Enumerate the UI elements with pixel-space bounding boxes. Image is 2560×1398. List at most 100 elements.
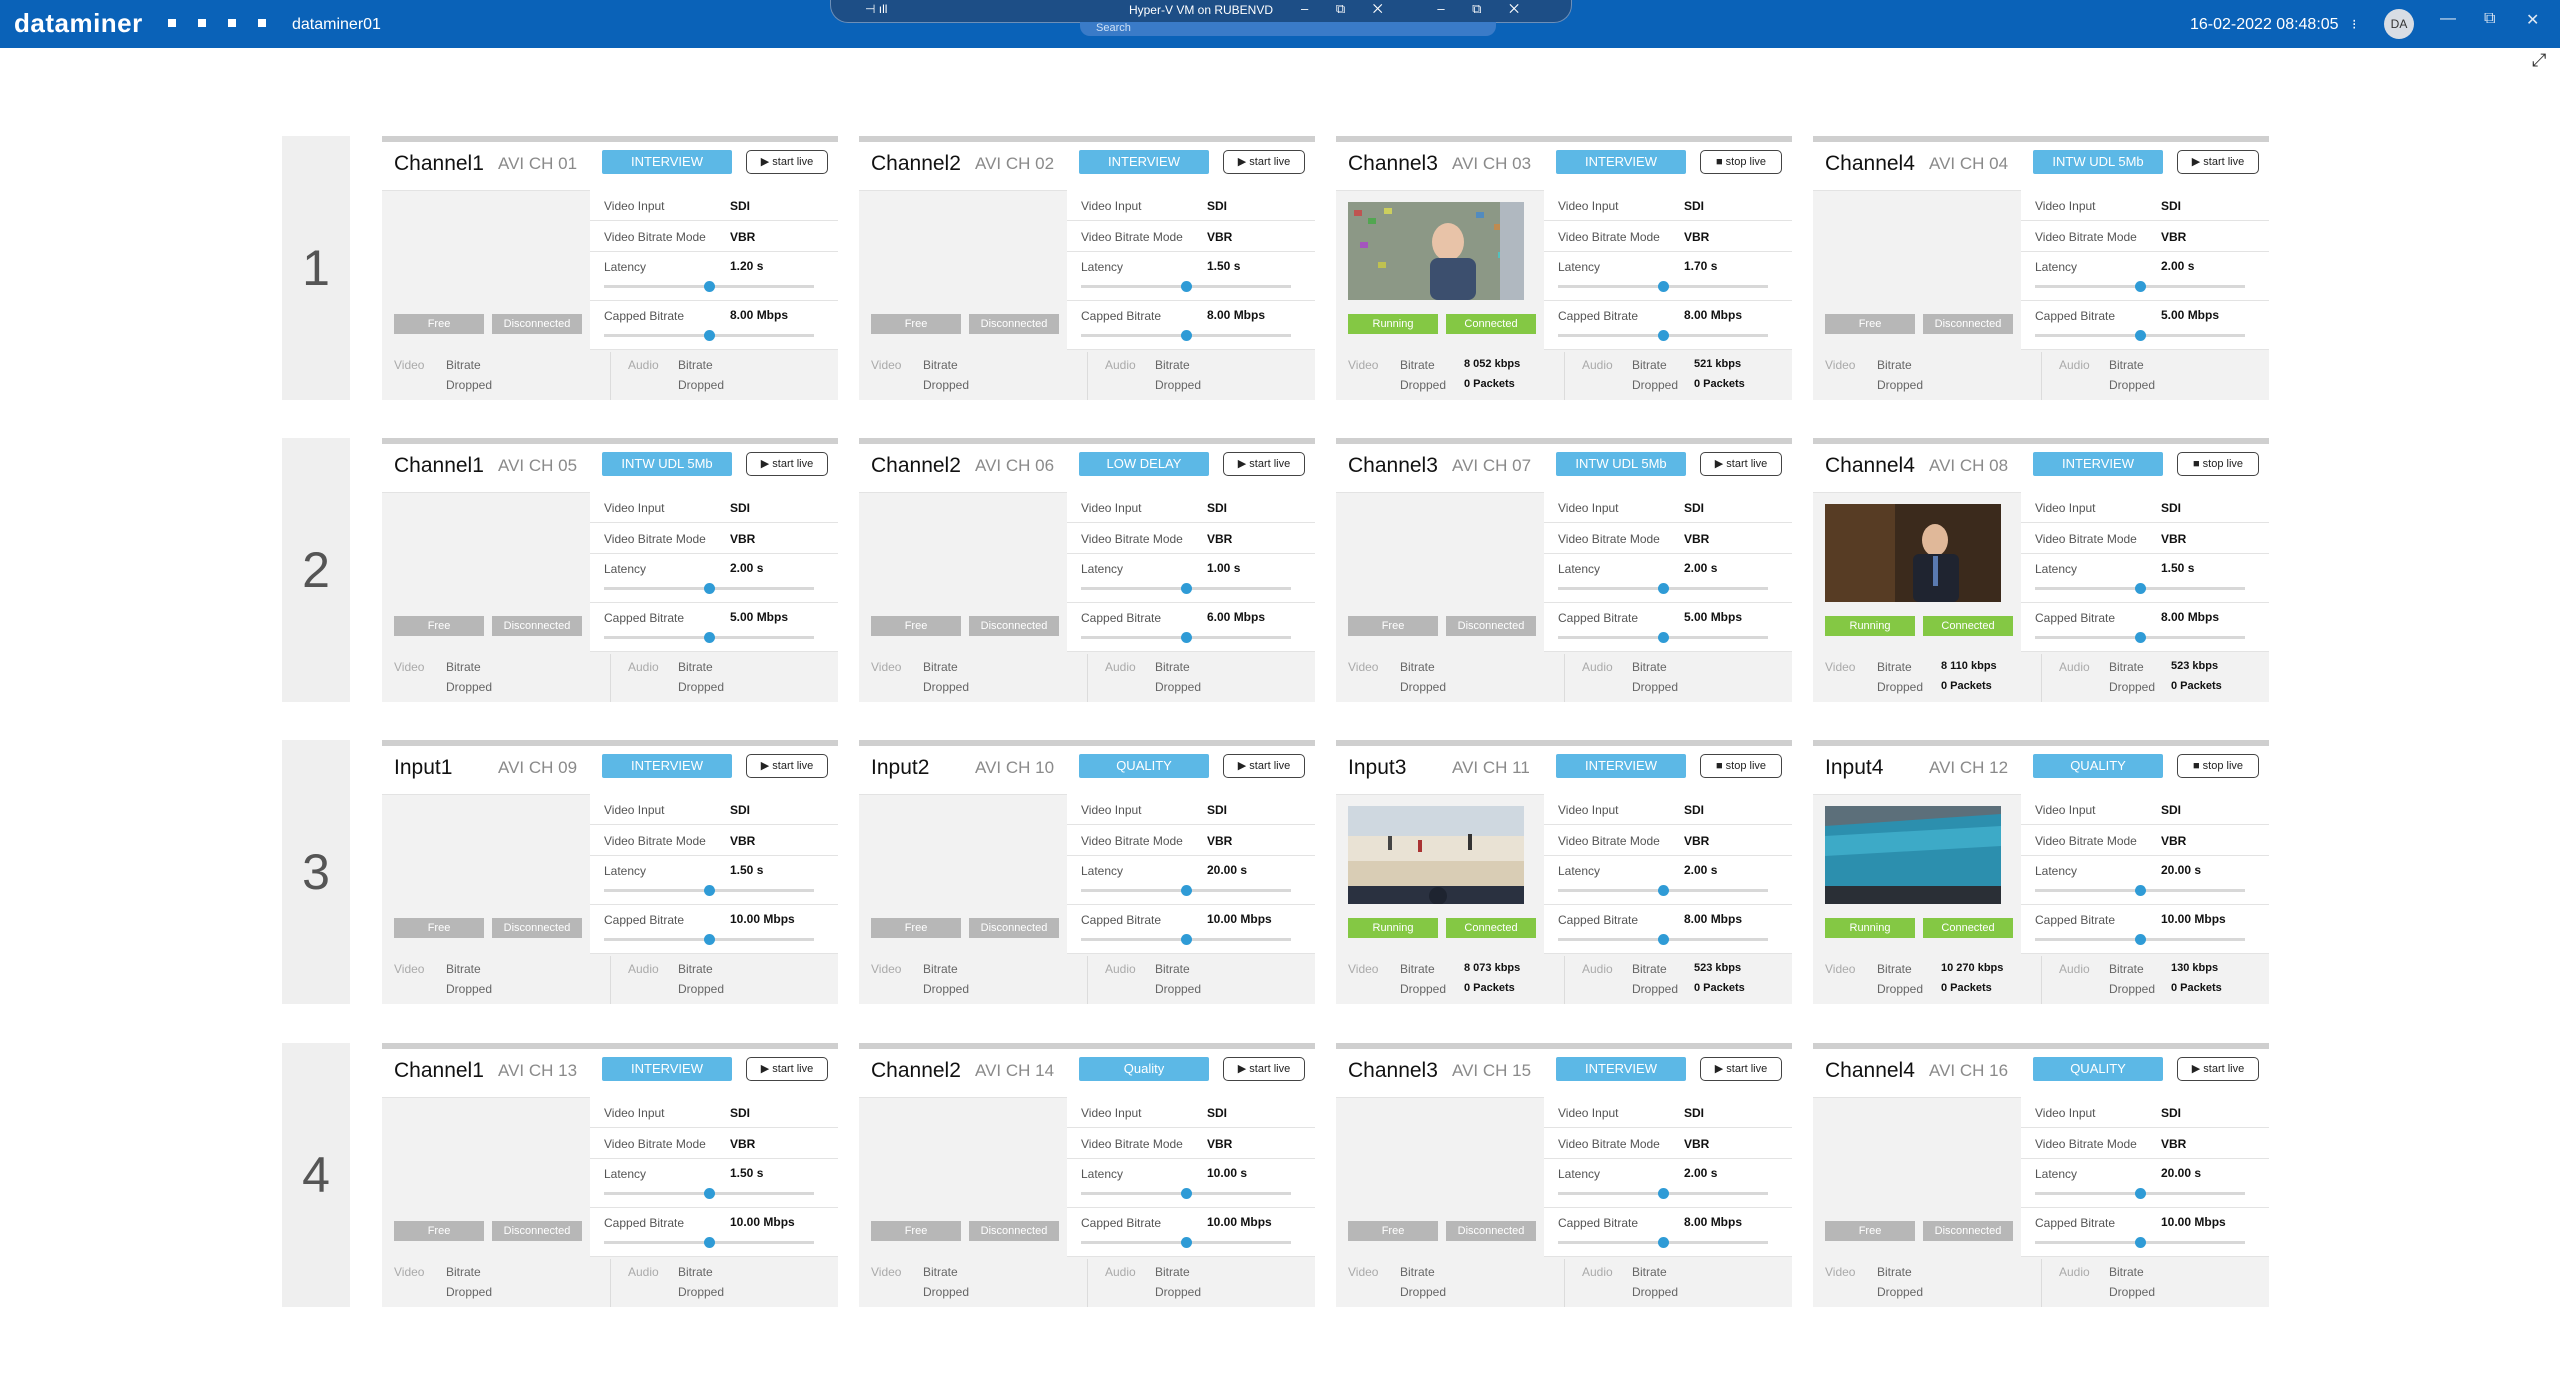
stop-live-button[interactable]: ■ stop live (1700, 754, 1782, 778)
profile-dropdown[interactable]: INTW UDL 5Mb (602, 452, 732, 476)
expand-icon[interactable]: ⤢ (2532, 50, 2546, 71)
capped-bitrate-slider-handle[interactable] (704, 1237, 715, 1248)
latency-slider-handle[interactable] (2135, 281, 2146, 292)
capped-bitrate-slider-handle[interactable] (2135, 632, 2146, 643)
latency-slider[interactable] (1081, 281, 1291, 292)
latency-slider[interactable] (1081, 583, 1291, 594)
capped-bitrate-slider-handle[interactable] (1658, 934, 1669, 945)
profile-dropdown[interactable]: INTERVIEW (1079, 150, 1209, 174)
more-icon[interactable]: ⁝ (2352, 16, 2356, 33)
latency-slider[interactable] (2035, 281, 2245, 292)
capped-bitrate-slider[interactable] (604, 632, 814, 643)
stop-live-button[interactable]: ■ stop live (2177, 452, 2259, 476)
capped-bitrate-slider[interactable] (1558, 330, 1768, 341)
latency-slider[interactable] (604, 281, 814, 292)
menu-dot-1[interactable] (168, 19, 176, 27)
capped-bitrate-slider-handle[interactable] (1658, 330, 1669, 341)
capped-bitrate-slider[interactable] (1081, 1237, 1291, 1248)
profile-dropdown[interactable]: QUALITY (2033, 754, 2163, 778)
capped-bitrate-slider[interactable] (1558, 632, 1768, 643)
profile-dropdown[interactable]: INTERVIEW (1556, 150, 1686, 174)
start-live-button[interactable]: ▶ start live (1700, 1057, 1782, 1081)
capped-bitrate-slider-handle[interactable] (1181, 934, 1192, 945)
capped-bitrate-slider[interactable] (2035, 1237, 2245, 1248)
start-live-button[interactable]: ▶ start live (1700, 452, 1782, 476)
capped-bitrate-slider-handle[interactable] (1181, 1237, 1192, 1248)
menu-dot-2[interactable] (198, 19, 206, 27)
start-live-button[interactable]: ▶ start live (1223, 754, 1305, 778)
latency-slider-handle[interactable] (1658, 583, 1669, 594)
capped-bitrate-slider[interactable] (604, 1237, 814, 1248)
profile-dropdown[interactable]: INTERVIEW (602, 1057, 732, 1081)
profile-dropdown[interactable]: INTW UDL 5Mb (1556, 452, 1686, 476)
latency-slider[interactable] (1081, 885, 1291, 896)
latency-slider-handle[interactable] (704, 885, 715, 896)
video-thumbnail[interactable] (1825, 806, 2001, 904)
start-live-button[interactable]: ▶ start live (2177, 150, 2259, 174)
latency-slider[interactable] (2035, 583, 2245, 594)
capped-bitrate-slider-handle[interactable] (1658, 632, 1669, 643)
profile-dropdown[interactable]: Quality (1079, 1057, 1209, 1081)
capped-bitrate-slider-handle[interactable] (704, 632, 715, 643)
video-thumbnail[interactable] (1348, 806, 1524, 905)
latency-slider-handle[interactable] (704, 281, 715, 292)
latency-slider[interactable] (2035, 885, 2245, 896)
capped-bitrate-slider[interactable] (2035, 632, 2245, 643)
video-thumbnail[interactable] (1825, 504, 2001, 602)
capped-bitrate-slider[interactable] (2035, 934, 2245, 945)
latency-slider-handle[interactable] (1658, 1188, 1669, 1199)
latency-slider-handle[interactable] (1181, 281, 1192, 292)
video-thumbnail[interactable] (1348, 202, 1524, 300)
start-live-button[interactable]: ▶ start live (1223, 452, 1305, 476)
capped-bitrate-slider-handle[interactable] (2135, 330, 2146, 341)
capped-bitrate-slider[interactable] (1081, 934, 1291, 945)
latency-slider[interactable] (1558, 1188, 1768, 1199)
profile-dropdown[interactable]: QUALITY (2033, 1057, 2163, 1081)
latency-slider[interactable] (2035, 1188, 2245, 1199)
avatar[interactable]: DA (2384, 9, 2414, 39)
capped-bitrate-slider[interactable] (1558, 934, 1768, 945)
profile-dropdown[interactable]: INTERVIEW (2033, 452, 2163, 476)
capped-bitrate-slider[interactable] (2035, 330, 2245, 341)
profile-dropdown[interactable]: INTERVIEW (1556, 1057, 1686, 1081)
latency-slider-handle[interactable] (1181, 885, 1192, 896)
menu-dot-3[interactable] (228, 19, 236, 27)
start-live-button[interactable]: ▶ start live (746, 150, 828, 174)
latency-slider-handle[interactable] (1181, 1188, 1192, 1199)
latency-slider-handle[interactable] (1181, 583, 1192, 594)
latency-slider-handle[interactable] (2135, 885, 2146, 896)
capped-bitrate-slider-handle[interactable] (704, 330, 715, 341)
menu-dot-4[interactable] (258, 19, 266, 27)
start-live-button[interactable]: ▶ start live (746, 754, 828, 778)
capped-bitrate-slider[interactable] (1558, 1237, 1768, 1248)
window-close-icon[interactable]: ✕ (2526, 10, 2539, 30)
latency-slider[interactable] (1558, 885, 1768, 896)
profile-dropdown[interactable]: INTERVIEW (1556, 754, 1686, 778)
capped-bitrate-slider-handle[interactable] (704, 934, 715, 945)
capped-bitrate-slider-handle[interactable] (2135, 934, 2146, 945)
window-restore-icon[interactable]: ⧉ (2484, 10, 2495, 28)
stop-live-button[interactable]: ■ stop live (1700, 150, 1782, 174)
capped-bitrate-slider-handle[interactable] (1658, 1237, 1669, 1248)
profile-dropdown[interactable]: INTERVIEW (602, 754, 732, 778)
vm-controls-right[interactable]: – ⧉ ✕ (1437, 1, 1531, 17)
profile-dropdown[interactable]: INTW UDL 5Mb (2033, 150, 2163, 174)
capped-bitrate-slider[interactable] (604, 934, 814, 945)
start-live-button[interactable]: ▶ start live (1223, 1057, 1305, 1081)
latency-slider-handle[interactable] (2135, 1188, 2146, 1199)
latency-slider-handle[interactable] (1658, 885, 1669, 896)
start-live-button[interactable]: ▶ start live (2177, 1057, 2259, 1081)
latency-slider[interactable] (1558, 583, 1768, 594)
profile-dropdown[interactable]: QUALITY (1079, 754, 1209, 778)
latency-slider-handle[interactable] (1658, 281, 1669, 292)
capped-bitrate-slider-handle[interactable] (1181, 632, 1192, 643)
latency-slider[interactable] (604, 1188, 814, 1199)
profile-dropdown[interactable]: INTERVIEW (602, 150, 732, 174)
capped-bitrate-slider[interactable] (1081, 330, 1291, 341)
latency-slider[interactable] (604, 885, 814, 896)
start-live-button[interactable]: ▶ start live (1223, 150, 1305, 174)
capped-bitrate-slider[interactable] (1081, 632, 1291, 643)
latency-slider[interactable] (1081, 1188, 1291, 1199)
capped-bitrate-slider-handle[interactable] (1181, 330, 1192, 341)
latency-slider-handle[interactable] (704, 1188, 715, 1199)
